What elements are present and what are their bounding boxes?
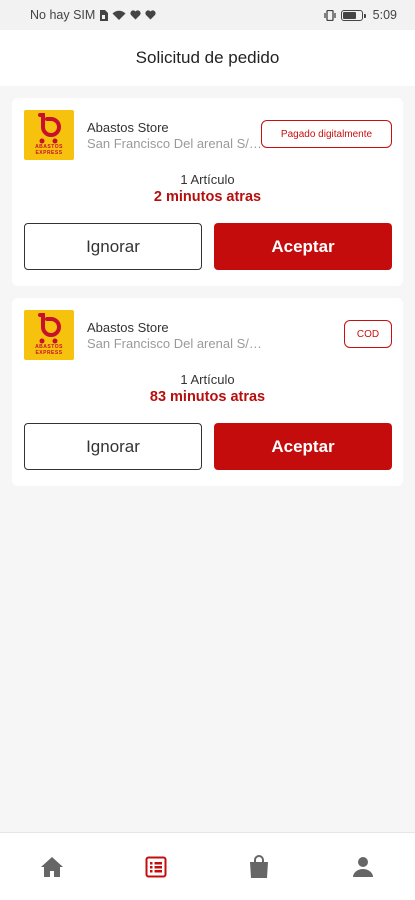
order-card: ABASTOS EXPRESS Abastos Store San Franci… xyxy=(12,98,403,286)
nav-home[interactable] xyxy=(22,837,82,897)
cart-logo-icon xyxy=(38,113,61,144)
carrier-text: No hay SIM xyxy=(30,8,96,22)
heart-icon xyxy=(130,10,141,20)
store-name: Abastos Store xyxy=(87,120,169,135)
ignore-button[interactable]: Ignorar xyxy=(24,423,202,470)
logo-text-line2: EXPRESS xyxy=(35,349,63,356)
logo-text-line2: EXPRESS xyxy=(35,149,63,156)
time-ago: 2 minutos atras xyxy=(153,189,262,205)
store-logo: ABASTOS EXPRESS xyxy=(24,310,74,360)
home-icon xyxy=(40,856,63,877)
nav-shop[interactable] xyxy=(229,837,289,897)
items-count: 1 Artículo xyxy=(180,372,235,387)
time-ago: 83 minutos atras xyxy=(149,389,266,405)
clock-text: 5:09 xyxy=(372,8,397,22)
accept-button[interactable]: Aceptar xyxy=(214,223,392,270)
payment-badge: COD xyxy=(344,320,392,348)
status-bar: No hay SIM 5:09 xyxy=(0,0,415,30)
vibrate-icon xyxy=(323,9,337,21)
sim-icon xyxy=(99,9,109,21)
nav-profile[interactable] xyxy=(333,837,393,897)
shopping-bag-icon xyxy=(250,854,269,878)
order-card: ABASTOS EXPRESS Abastos Store San Franci… xyxy=(12,298,403,486)
store-address: San Francisco Del arenal S/n, San Franci… xyxy=(87,336,262,351)
ignore-button[interactable]: Ignorar xyxy=(24,223,202,270)
page-title: Solicitud de pedido xyxy=(135,48,280,67)
payment-badge: Pagado digitalmente xyxy=(261,120,392,148)
status-right: 5:09 xyxy=(323,8,397,22)
battery-icon xyxy=(340,9,366,21)
accept-button[interactable]: Aceptar xyxy=(214,423,392,470)
items-count: 1 Artículo xyxy=(180,172,235,187)
store-logo: ABASTOS EXPRESS xyxy=(24,110,74,160)
battery-level xyxy=(342,11,357,19)
store-name: Abastos Store xyxy=(87,320,169,335)
profile-icon xyxy=(353,856,374,877)
orders-list-icon xyxy=(145,856,167,877)
cart-logo-icon xyxy=(38,313,61,344)
heart-icon xyxy=(145,10,156,20)
nav-orders[interactable] xyxy=(126,837,186,897)
store-address: San Francisco Del arenal S/n, San Franci… xyxy=(87,136,262,151)
status-left: No hay SIM xyxy=(30,8,156,22)
bottom-nav xyxy=(0,832,415,900)
app-header: Solicitud de pedido xyxy=(0,30,415,86)
wifi-icon xyxy=(112,10,126,21)
